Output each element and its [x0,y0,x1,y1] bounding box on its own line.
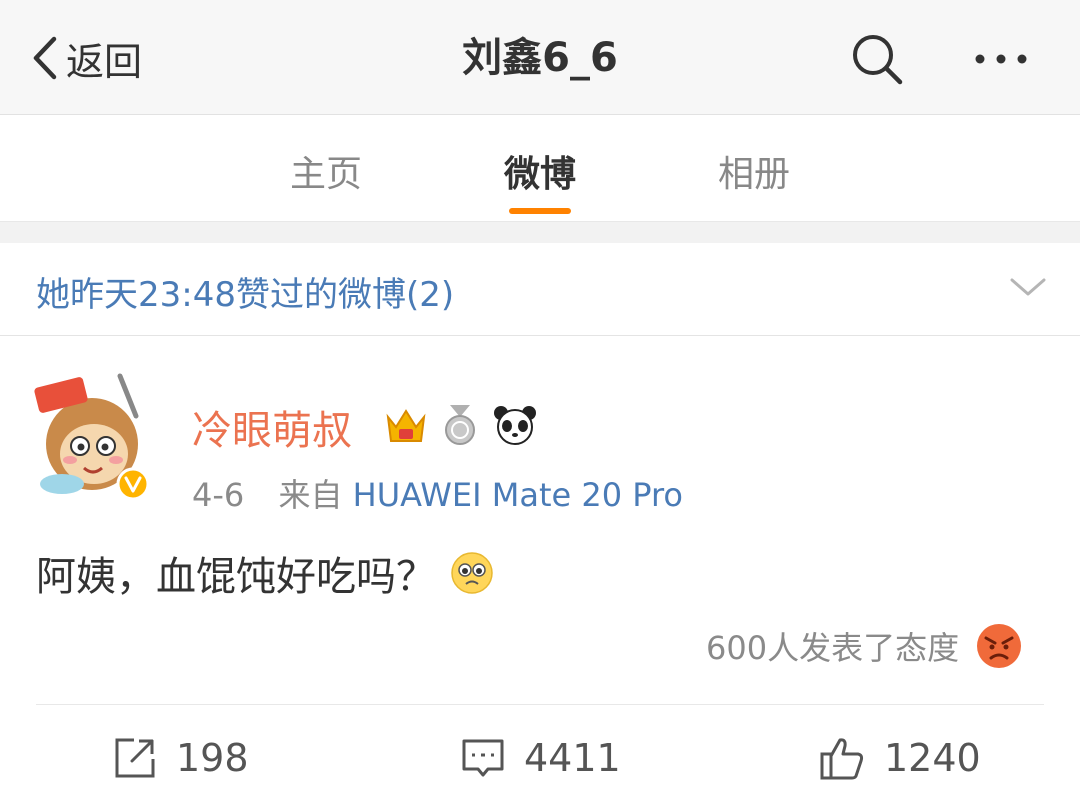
post-source[interactable]: HUAWEI Mate 20 Pro [353,476,683,514]
user-badges [384,402,538,448]
avatar[interactable] [32,372,154,502]
comment-button[interactable]: 4411 [460,730,621,786]
tab-album[interactable]: 相册 [674,145,834,197]
pleading-face-emoji-icon [451,552,493,594]
tab-home[interactable]: 主页 [246,145,406,197]
repost-icon [115,738,155,778]
liked-posts-header[interactable]: 她昨天23:48赞过的微博(2) [0,243,1080,336]
profile-tabs: 主页 微博 相册 [0,115,1080,221]
comment-icon [462,739,504,777]
panda-badge-icon [494,406,536,445]
search-icon [853,35,903,85]
reaction-summary[interactable]: 600人发表了态度 [706,622,1023,670]
top-navigation-bar: 返回 刘鑫6_6 [0,0,1080,115]
liked-posts-label: 她昨天23:48赞过的微博(2) [36,275,455,315]
reaction-text: 600人发表了态度 [706,629,960,667]
chevron-down-icon[interactable] [1008,276,1048,300]
thumbs-up-icon [820,738,864,780]
like-button[interactable]: 1240 [818,730,981,786]
post-meta: 4-6 来自 HUAWEI Mate 20 Pro [192,470,683,516]
comment-count: 4411 [524,736,621,780]
search-button[interactable] [848,30,906,88]
back-button[interactable]: 返回 [28,30,142,86]
source-prefix: 来自 [278,476,343,514]
more-button[interactable] [968,36,1034,82]
back-label: 返回 [66,39,143,84]
post-username[interactable]: 冷眼萌叔 [192,398,352,456]
tab-weibo[interactable]: 微博 [460,145,620,197]
active-tab-indicator [509,208,571,214]
medal-badge-icon [445,405,475,445]
monkey-avatar-icon [34,373,150,501]
post-text: 阿姨，血馄饨好吃吗？ [36,554,436,600]
page-title: 刘鑫6_6 [462,35,618,81]
post-date: 4-6 [192,476,245,514]
crown-badge-icon [386,409,426,442]
chevron-left-icon [33,36,57,80]
repost-count: 198 [176,736,249,780]
like-count: 1240 [884,736,981,780]
more-icon [975,54,1027,64]
post-content[interactable]: 阿姨，血馄饨好吃吗？ [36,544,494,602]
angry-face-emoji-icon [977,624,1022,668]
action-bar-divider [36,704,1044,705]
section-divider [0,221,1080,244]
repost-button[interactable]: 198 [112,730,249,786]
